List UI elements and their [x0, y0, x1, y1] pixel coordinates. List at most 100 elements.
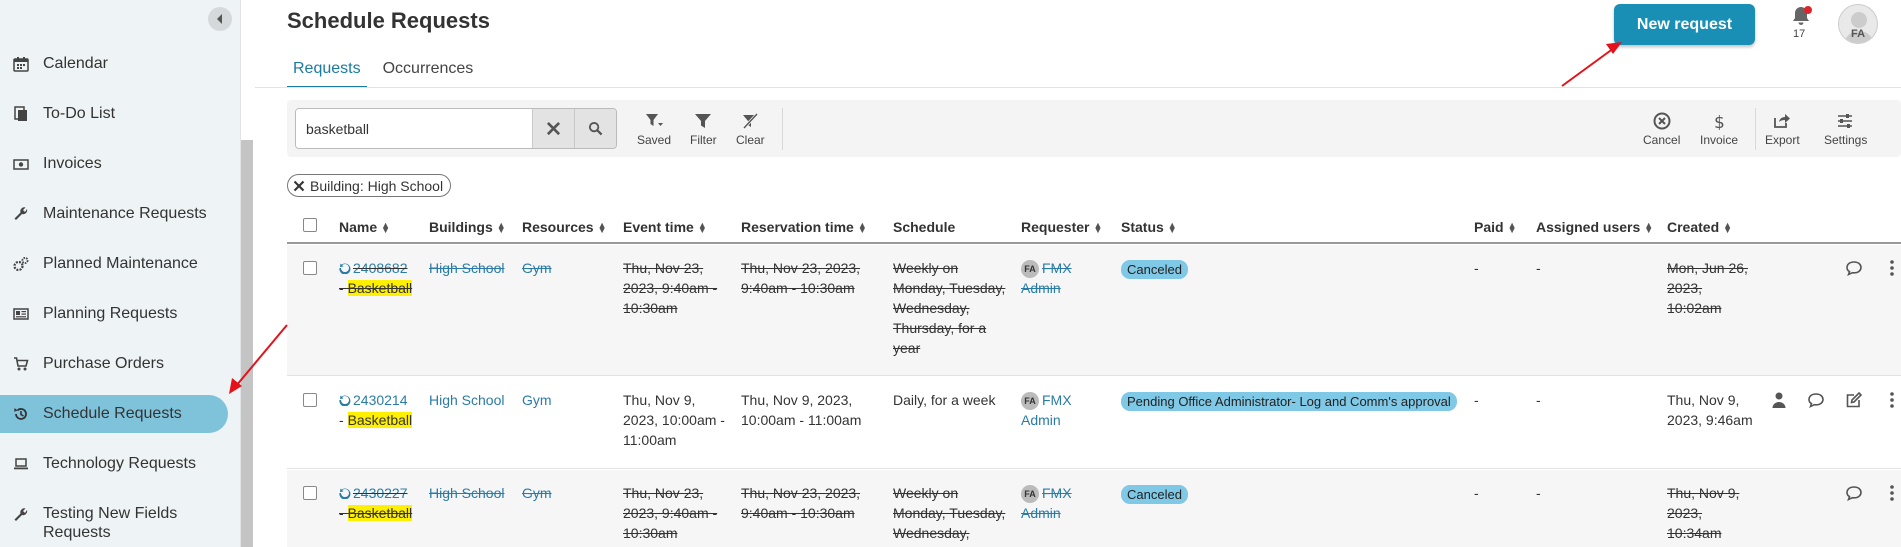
building-link[interactable]: High School	[429, 390, 505, 410]
sliders-icon	[1837, 114, 1852, 128]
saved-filters-button[interactable]: Saved	[637, 112, 671, 147]
sort-icon: ▲ ▼	[1723, 220, 1733, 236]
sidebar-item-label: Invoices	[43, 155, 102, 172]
requester[interactable]: FA FMX Admin	[1021, 390, 1081, 430]
column-header-resources[interactable]: Resources ▲ ▼	[522, 219, 607, 235]
request-id-link[interactable]: 2430214	[353, 392, 408, 408]
sidebar-item-label: Schedule Requests	[43, 405, 182, 422]
saved-label: Saved	[637, 133, 672, 147]
filter-button[interactable]: Filter	[690, 112, 717, 147]
sidebar-item-calendar[interactable]: Calendar	[0, 45, 228, 83]
request-id-link[interactable]: 2408682	[353, 260, 408, 276]
more-options-icon[interactable]	[1883, 484, 1894, 502]
sort-icon: ▲ ▼	[1167, 220, 1177, 236]
column-header-requester[interactable]: Requester ▲ ▼	[1021, 219, 1102, 235]
column-header-created[interactable]: Created ▲ ▼	[1667, 219, 1732, 235]
tab-bar: Requests Occurrences	[287, 52, 489, 88]
sort-icon: ▲ ▼	[1507, 220, 1517, 236]
request-name[interactable]: 2430227- Basketball	[339, 483, 419, 523]
search-clear-button[interactable]	[532, 109, 574, 148]
comment-icon[interactable]	[1845, 259, 1863, 277]
column-header-assigned-users[interactable]: Assigned users ▲ ▼	[1536, 219, 1653, 235]
sort-icon: ▲ ▼	[381, 220, 391, 236]
search-input[interactable]	[296, 109, 532, 148]
sidebar-item-planning-requests[interactable]: Planning Requests	[0, 295, 228, 333]
table-row[interactable]: 2430214- Basketball High School Gym Thu,…	[287, 377, 1901, 469]
sidebar-item-technology-requests[interactable]: Technology Requests	[0, 445, 228, 483]
sort-icon: ▲ ▼	[597, 220, 607, 236]
sidebar-item-purchase-orders[interactable]: Purchase Orders	[0, 345, 228, 383]
column-header-buildings[interactable]: Buildings ▲ ▼	[429, 219, 506, 235]
row-checkbox[interactable]	[303, 261, 317, 275]
column-header-label: Assigned users	[1536, 219, 1641, 235]
recurring-icon	[339, 484, 351, 500]
invoice-button[interactable]: $ Invoice	[1700, 112, 1738, 147]
created-date: Thu, Nov 9, 2023, 9:46am	[1667, 392, 1753, 428]
row-checkbox[interactable]	[303, 393, 317, 407]
newspaper-icon	[12, 305, 30, 323]
building-link[interactable]: High School	[429, 483, 505, 503]
assigned-users-value: -	[1536, 392, 1541, 408]
sidebar-item-planned-maintenance[interactable]: Planned Maintenance	[0, 245, 228, 283]
status-badge: Canceled	[1121, 485, 1188, 504]
column-header-paid[interactable]: Paid ▲ ▼	[1474, 219, 1517, 235]
name-separator: -	[339, 280, 348, 296]
resource-link[interactable]: Gym	[522, 258, 552, 278]
tab-occurrences[interactable]: Occurrences	[377, 52, 480, 88]
request-name[interactable]: 2430214- Basketball	[339, 390, 419, 430]
column-header-label: Paid	[1474, 219, 1504, 235]
sidebar-item-testing-new-fields-requests[interactable]: Testing New Fields Requests	[0, 498, 228, 547]
more-options-icon[interactable]	[1883, 259, 1894, 277]
sidebar-item-label: Purchase Orders	[43, 355, 164, 372]
sidebar-item-maintenance-requests[interactable]: Maintenance Requests	[0, 195, 228, 233]
export-button[interactable]: Export	[1765, 112, 1800, 147]
sidebar-collapse-button[interactable]	[208, 7, 232, 31]
row-checkbox[interactable]	[303, 486, 317, 500]
reservation-time: Thu, Nov 9, 2023, 10:00am - 11:00am	[741, 392, 862, 428]
remove-filter-button[interactable]	[291, 178, 306, 193]
notifications-button[interactable]	[1790, 5, 1816, 29]
status-badge: Pending Office Administrator- Log and Co…	[1121, 392, 1457, 411]
column-header-name[interactable]: Name ▲ ▼	[339, 219, 390, 235]
settings-button[interactable]: Settings	[1824, 112, 1867, 147]
tab-requests[interactable]: Requests	[287, 52, 367, 88]
resource-link[interactable]: Gym	[522, 390, 552, 410]
requester[interactable]: FA FMX Admin	[1021, 258, 1081, 298]
assign-user-icon[interactable]	[1770, 391, 1788, 409]
resource-link[interactable]: Gym	[522, 483, 552, 503]
cancel-circle-icon	[1653, 112, 1671, 130]
request-name[interactable]: 2408682- Basketball	[339, 258, 419, 298]
comment-icon[interactable]	[1845, 484, 1863, 502]
column-header-event-time[interactable]: Event time ▲ ▼	[623, 219, 707, 235]
column-header-label: Name	[339, 219, 378, 235]
search-button[interactable]	[574, 109, 616, 148]
sidebar-scrollbar[interactable]	[241, 140, 253, 547]
avatar[interactable]: FA	[1838, 4, 1878, 44]
select-all-checkbox[interactable]	[303, 218, 317, 232]
comment-icon[interactable]	[1807, 391, 1825, 409]
toolbar-divider	[1755, 108, 1756, 150]
cancel-button[interactable]: Cancel	[1643, 112, 1680, 147]
sidebar-item-invoices[interactable]: Invoices	[0, 145, 228, 183]
event-time: Thu, Nov 9, 2023, 10:00am - 11:00am	[623, 392, 725, 448]
requester-avatar: FA	[1021, 392, 1039, 410]
new-request-button[interactable]: New request	[1614, 4, 1755, 45]
sidebar-item-schedule-requests[interactable]: Schedule Requests	[0, 395, 228, 433]
more-options-icon[interactable]	[1883, 391, 1894, 409]
column-header-label: Event time	[623, 219, 694, 235]
column-header-status[interactable]: Status ▲ ▼	[1121, 219, 1177, 235]
tab-divider	[255, 87, 1901, 88]
building-link[interactable]: High School	[429, 258, 505, 278]
edit-icon[interactable]	[1845, 391, 1863, 409]
sidebar-item-todo-list[interactable]: To-Do List	[0, 95, 228, 133]
column-header-reservation-time[interactable]: Reservation time ▲ ▼	[741, 219, 867, 235]
todo-icon	[12, 105, 30, 123]
table-row[interactable]: 2408682- Basketball High School Gym Thu,…	[287, 245, 1901, 376]
schedule-text: Weekly on Monday, Tuesday, Wednesday, Th…	[893, 260, 1006, 356]
request-id-link[interactable]: 2430227	[353, 485, 408, 501]
requester[interactable]: FA FMX Admin	[1021, 483, 1081, 523]
table-row[interactable]: 2430227- Basketball High School Gym Thu,…	[287, 470, 1901, 547]
page-title: Schedule Requests	[287, 8, 490, 33]
cancel-label: Cancel	[1643, 133, 1681, 147]
clear-filters-button[interactable]: Clear	[736, 112, 765, 147]
